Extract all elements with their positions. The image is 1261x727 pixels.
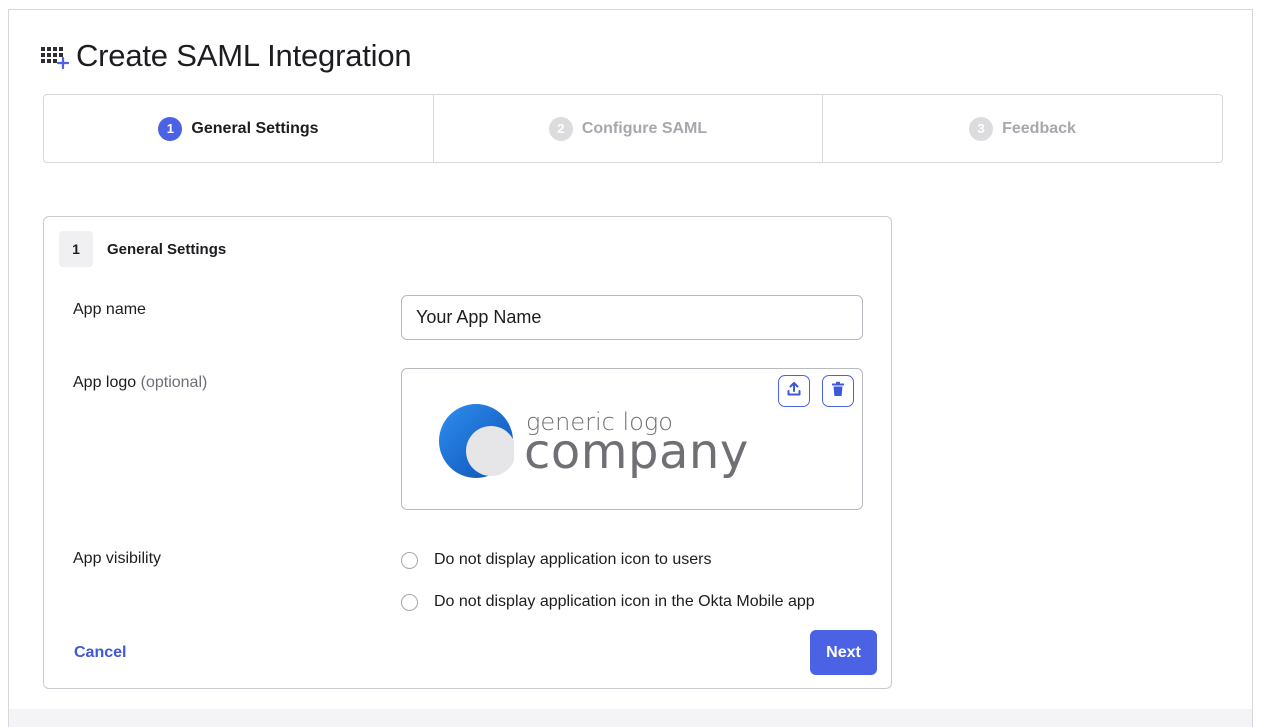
step-configure-saml[interactable]: 2 Configure SAML xyxy=(434,95,823,162)
step-label: Configure SAML xyxy=(581,119,708,137)
app-logo-label: App logo (optional) xyxy=(73,374,207,392)
wizard-steps: 1 General Settings 2 Configure SAML 3 Fe… xyxy=(43,94,1223,163)
footer-band xyxy=(8,709,1253,727)
app-logo-dropzone[interactable]: generic logo company xyxy=(401,368,863,510)
trash-icon xyxy=(831,381,845,402)
cancel-link[interactable]: Cancel xyxy=(74,644,126,662)
delete-logo-button[interactable] xyxy=(822,375,854,407)
step-label: General Settings xyxy=(191,119,319,137)
step-number: 3 xyxy=(969,116,994,141)
logo-mark-icon xyxy=(439,404,514,478)
general-settings-card: 1 General Settings App name App logo (op… xyxy=(43,216,892,689)
checkbox-hide-from-mobile[interactable] xyxy=(401,593,418,611)
step-general-settings[interactable]: 1 General Settings xyxy=(44,95,434,162)
page-header: Create SAML Integration xyxy=(40,36,412,76)
app-logo-label-text: App logo xyxy=(73,374,137,391)
card-header: 1 General Settings xyxy=(59,231,226,267)
app-name-label: App name xyxy=(73,301,146,318)
logo-text-line2: company xyxy=(524,424,749,480)
optional-hint: (optional) xyxy=(140,374,208,391)
page-title: Create SAML Integration xyxy=(76,38,412,73)
step-feedback[interactable]: 3 Feedback xyxy=(823,95,1222,162)
step-number: 1 xyxy=(158,116,183,141)
next-button[interactable]: Next xyxy=(810,630,877,675)
checkbox-label: Do not display application icon to users xyxy=(434,551,712,568)
card-title: General Settings xyxy=(107,240,227,258)
upload-icon xyxy=(786,381,802,402)
step-label: Feedback xyxy=(1002,119,1076,137)
step-number: 2 xyxy=(548,116,573,141)
app-name-input[interactable] xyxy=(401,295,863,340)
upload-logo-button[interactable] xyxy=(778,375,810,407)
checkbox-label: Do not display application icon in the O… xyxy=(434,593,815,610)
app-grid-add-icon xyxy=(40,41,74,71)
checkbox-hide-from-users[interactable] xyxy=(401,551,418,569)
visibility-option-mobile[interactable]: Do not display application icon in the O… xyxy=(401,593,815,611)
visibility-option-users[interactable]: Do not display application icon to users xyxy=(401,551,712,569)
card-step-number: 1 xyxy=(59,231,93,267)
app-visibility-label: App visibility xyxy=(73,550,162,567)
